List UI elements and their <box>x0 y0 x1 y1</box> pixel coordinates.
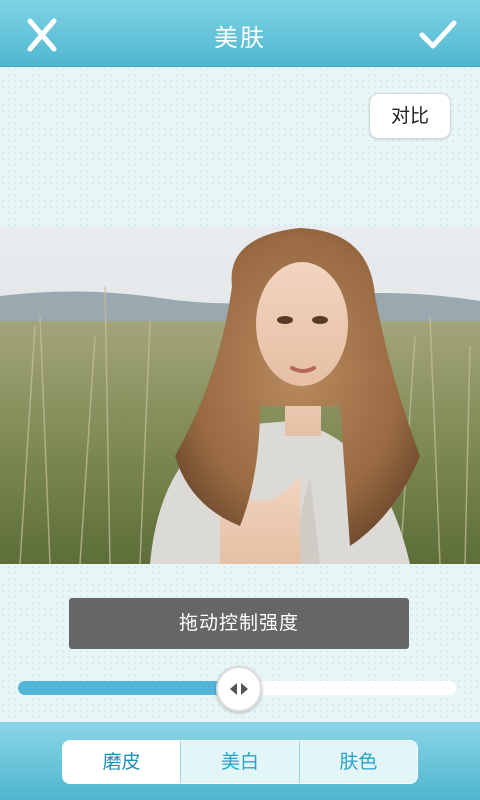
strength-slider[interactable] <box>18 666 456 712</box>
skin-mode-tabs: 磨皮 美白 肤色 <box>62 740 418 784</box>
top-bar: 美肤 <box>0 0 480 67</box>
left-right-arrows-icon <box>230 683 248 695</box>
checkmark-icon[interactable] <box>418 17 458 53</box>
slider-fill <box>18 681 237 695</box>
tab-skin-tone[interactable]: 肤色 <box>298 741 417 783</box>
page-title: 美肤 <box>214 24 266 52</box>
bottom-bar: 磨皮 美白 肤色 <box>0 722 480 800</box>
slider-thumb[interactable] <box>216 666 262 712</box>
drag-strength-hint: 拖动控制强度 <box>69 598 409 649</box>
compare-button[interactable]: 对比 <box>369 93 451 139</box>
portrait-photo <box>0 226 480 564</box>
tab-whitening[interactable]: 美白 <box>180 741 299 783</box>
tab-smoothing[interactable]: 磨皮 <box>63 741 181 783</box>
